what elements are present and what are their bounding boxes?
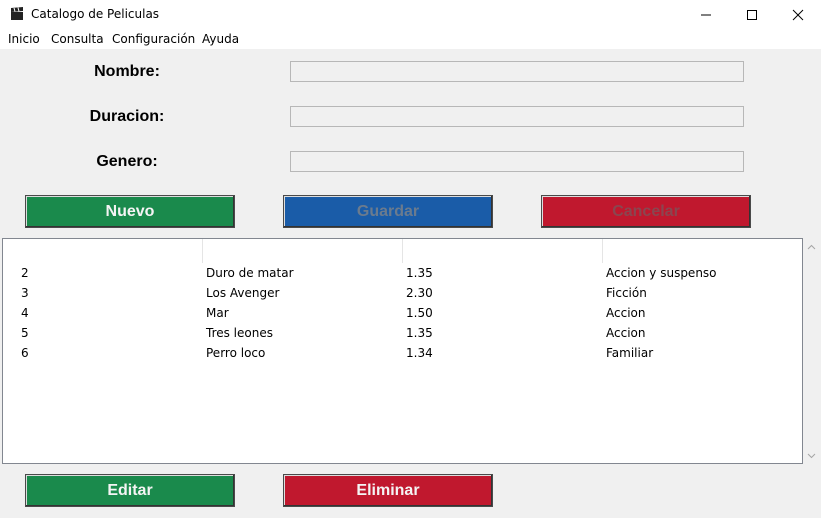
clapperboard-icon: [11, 7, 23, 20]
movies-table[interactable]: 2 Duro de matar 1.35 Accion y suspenso 3…: [2, 238, 803, 464]
vertical-scrollbar[interactable]: [803, 238, 820, 464]
cell-id: 5: [21, 326, 29, 340]
cell-id: 3: [21, 286, 29, 300]
table-row[interactable]: 6 Perro loco 1.34 Familiar: [3, 343, 802, 363]
chevron-up-icon: [807, 244, 816, 249]
cell-genero: Ficción: [606, 286, 647, 300]
close-button[interactable]: [775, 0, 821, 30]
scroll-up-button[interactable]: [803, 238, 820, 255]
cell-duracion: 2.30: [406, 286, 433, 300]
column-divider[interactable]: [202, 239, 203, 263]
title-bar: Catalogo de Peliculas: [0, 0, 821, 30]
cancelar-button[interactable]: Cancelar: [541, 195, 751, 228]
cell-nombre: Perro loco: [206, 346, 266, 360]
cell-id: 4: [21, 306, 29, 320]
minimize-icon: [701, 14, 711, 16]
column-divider[interactable]: [402, 239, 403, 263]
cell-genero: Accion: [606, 306, 646, 320]
scroll-down-button[interactable]: [803, 447, 820, 464]
guardar-button[interactable]: Guardar: [283, 195, 493, 228]
nuevo-button[interactable]: Nuevo: [25, 195, 235, 228]
table-row[interactable]: 4 Mar 1.50 Accion: [3, 303, 802, 323]
cell-genero: Accion: [606, 326, 646, 340]
cell-id: 6: [21, 346, 29, 360]
table-row[interactable]: 5 Tres leones 1.35 Accion: [3, 323, 802, 343]
duracion-label: Duracion:: [89, 108, 165, 125]
menu-bar: Inicio Consulta Configuración Ayuda: [0, 31, 821, 49]
menu-inicio[interactable]: Inicio: [8, 32, 40, 46]
cell-duracion: 1.50: [406, 306, 433, 320]
cell-nombre: Tres leones: [206, 326, 273, 340]
duracion-field[interactable]: [290, 106, 744, 127]
cell-nombre: Duro de matar: [206, 266, 294, 280]
cell-genero: Familiar: [606, 346, 654, 360]
minimize-button[interactable]: [683, 0, 729, 30]
cell-id: 2: [21, 266, 29, 280]
table-row[interactable]: 3 Los Avenger 2.30 Ficción: [3, 283, 802, 303]
genero-label: Genero:: [96, 153, 158, 170]
nombre-label: Nombre:: [94, 63, 160, 80]
cell-genero: Accion y suspenso: [606, 266, 717, 280]
chevron-down-icon: [807, 453, 816, 458]
genero-field[interactable]: [290, 151, 744, 172]
cell-duracion: 1.35: [406, 326, 433, 340]
cell-duracion: 1.35: [406, 266, 433, 280]
menu-consulta[interactable]: Consulta: [51, 32, 104, 46]
table-row[interactable]: 2 Duro de matar 1.35 Accion y suspenso: [3, 263, 802, 283]
cell-nombre: Mar: [206, 306, 229, 320]
editar-button[interactable]: Editar: [25, 474, 235, 507]
window-title: Catalogo de Peliculas: [31, 7, 160, 21]
column-divider[interactable]: [602, 239, 603, 263]
eliminar-button[interactable]: Eliminar: [283, 474, 493, 507]
maximize-button[interactable]: [729, 0, 775, 30]
table-header: [3, 239, 802, 263]
menu-ayuda[interactable]: Ayuda: [202, 32, 239, 46]
maximize-icon: [747, 10, 757, 20]
close-icon: [792, 9, 804, 21]
cell-duracion: 1.34: [406, 346, 433, 360]
nombre-field[interactable]: [290, 61, 744, 82]
cell-nombre: Los Avenger: [206, 286, 280, 300]
menu-configuracion[interactable]: Configuración: [112, 32, 195, 46]
